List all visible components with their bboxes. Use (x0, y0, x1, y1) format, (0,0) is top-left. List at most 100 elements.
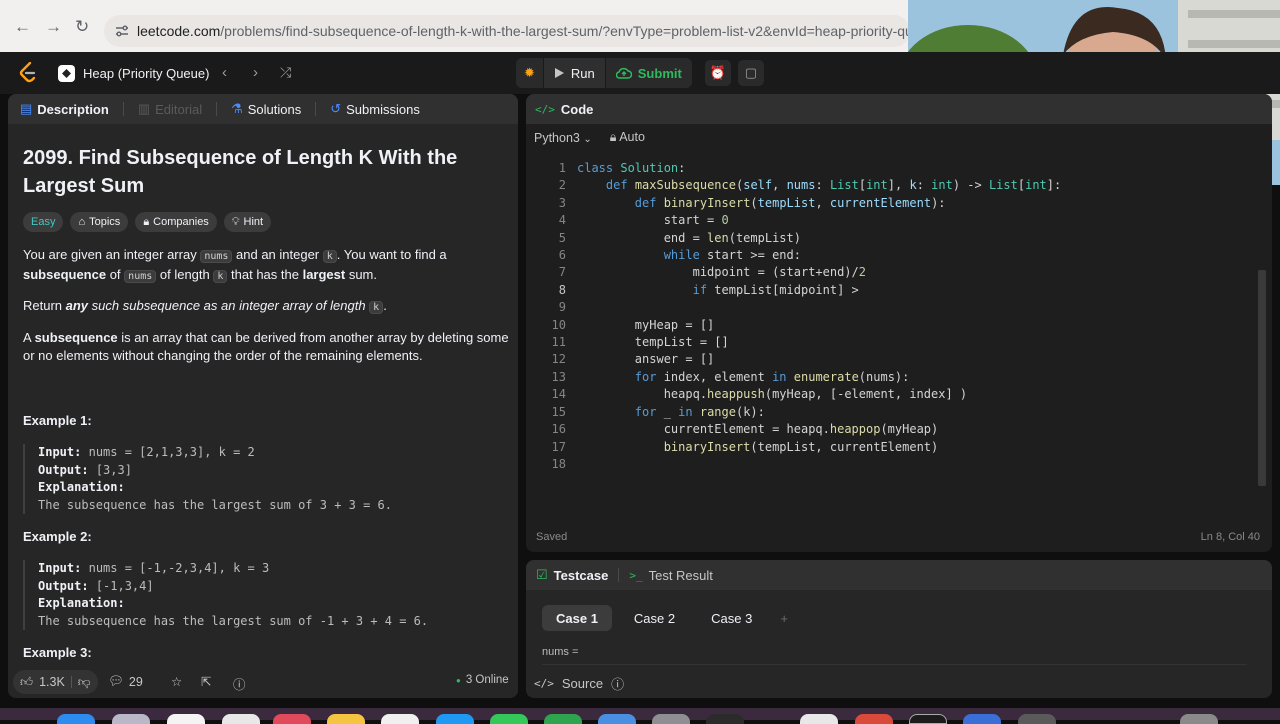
dock-terminal-icon[interactable] (909, 714, 947, 724)
question-icon: ⓘ (233, 678, 246, 692)
shuffle-icon[interactable]: ⤮ (280, 64, 291, 81)
code-panel: </> Code Python3 ⌄ 🔒︎ Auto 1 2 3 4 5 6 7 8 9 10 11… (526, 94, 1272, 552)
case-tab-3[interactable]: Case 3 (697, 605, 766, 631)
code-line: heapq.heappush(myHeap, [-element, index]… (577, 387, 968, 402)
dock-appstore-icon[interactable] (436, 714, 474, 724)
online-dot-icon: ● (456, 675, 461, 685)
reload-icon[interactable]: ↻ (75, 18, 89, 35)
like-count: 1.3K (39, 675, 65, 689)
description-panel: ▤ Description ▥ Editorial ⚗ Solutions ↺ Subm… (8, 94, 518, 698)
lock-icon: 🔒︎ (609, 130, 617, 144)
dock-app-icon[interactable] (855, 714, 893, 724)
dock-app-icon[interactable] (381, 714, 419, 724)
code-line: binaryInsert(tempList, currentElement) (663, 439, 939, 454)
dock-notes-icon[interactable] (327, 714, 365, 724)
example-1-heading: Example 1: (23, 413, 92, 428)
tab-editorial[interactable]: ▥ Editorial (138, 101, 202, 117)
dock-app-icon[interactable] (112, 714, 150, 724)
bug-icon: ✹ (524, 65, 535, 80)
run-button[interactable]: Run (543, 58, 605, 88)
testcase-tabbar: ☑ Testcase >_ Test Result (526, 560, 1272, 590)
line-number: 13 (551, 369, 566, 384)
flask-icon: ⚗ (231, 101, 243, 116)
dock-app-icon[interactable] (800, 714, 838, 724)
editor-settings-bar: Python3 ⌄ 🔒︎ Auto (534, 130, 645, 145)
dock-finder-icon[interactable] (57, 714, 95, 724)
left-tabbar: ▤ Description ▥ Editorial ⚗ Solutions ↺ Subm… (8, 94, 518, 124)
chevron-down-icon: ⌄ (583, 133, 592, 145)
prev-problem-icon[interactable]: ‹ (222, 64, 227, 81)
code-editor[interactable]: class Solution: def maxSubsequence(self,… (577, 160, 1061, 456)
dock-calendar-icon[interactable] (167, 714, 205, 724)
document-icon: ▤ (20, 101, 33, 116)
lock-icon: 🔒︎ (143, 215, 150, 228)
tab-testcase[interactable]: ☑ Testcase (536, 567, 608, 583)
dock-app-icon[interactable] (222, 714, 260, 724)
online-count: ● 3 Online (456, 674, 509, 686)
dock-music-icon[interactable] (273, 714, 311, 724)
description-paragraph-2: Return any such subsequence as an intege… (23, 298, 387, 314)
tab-test-result[interactable]: >_ Test Result (629, 568, 713, 583)
code-line: class Solution: (577, 161, 686, 175)
line-number: 16 (551, 422, 566, 437)
timer-button[interactable]: ⏰ (705, 60, 731, 86)
source-button[interactable]: Source (562, 676, 603, 691)
tab-divider (216, 102, 218, 116)
case-tab-2[interactable]: Case 2 (620, 605, 689, 631)
site-settings-icon[interactable] (114, 23, 130, 39)
forward-icon[interactable]: → (45, 18, 62, 35)
code-line: for index, element in enumerate(nums): (634, 369, 910, 384)
next-problem-icon[interactable]: › (253, 64, 258, 81)
notes-button[interactable]: ▢ (738, 60, 764, 86)
language-select[interactable]: Python3 ⌄ (534, 131, 592, 145)
favorite-button[interactable]: ☆ (171, 674, 182, 689)
debug-button[interactable]: ✹ (516, 58, 543, 88)
comments-button[interactable]: 💬︎ 29 (108, 674, 143, 689)
dock-app-icon[interactable] (706, 714, 744, 724)
share-button[interactable]: ⇱ (201, 674, 211, 689)
help-icon[interactable]: ⓘ (611, 674, 624, 693)
submit-button[interactable]: Submit (605, 58, 692, 88)
topics-button[interactable]: ⌂ Topics (70, 212, 129, 232)
editor-scrollbar[interactable] (1258, 270, 1266, 486)
tab-description[interactable]: ▤ Description (20, 101, 109, 117)
leetcode-logo-icon[interactable] (18, 62, 38, 84)
dock-app-icon[interactable] (1018, 714, 1056, 724)
help-button[interactable]: ⓘ (233, 674, 246, 693)
problem-title[interactable]: 2099. Find Subsequence of Length K With … (23, 144, 503, 200)
thumbs-down-icon[interactable]: 👎︎ (78, 675, 91, 690)
description-paragraph-3: A subsequence is an array that can be de… (23, 330, 509, 363)
dock-app-icon[interactable] (963, 714, 1001, 724)
back-icon[interactable]: ← (14, 18, 31, 35)
hint-button[interactable]: 💡︎ Hint (223, 212, 272, 232)
code-line: myHeap = [] (577, 317, 715, 332)
thumbs-up-icon[interactable]: 👍︎ (20, 675, 33, 690)
code-line: for _ in range(k): (634, 404, 765, 419)
tab-solutions[interactable]: ⚗ Solutions (231, 101, 301, 117)
auto-mode-toggle[interactable]: 🔒︎ Auto (610, 130, 645, 145)
code-tab-label[interactable]: Code (561, 102, 594, 117)
dock-messages-icon[interactable] (490, 714, 528, 724)
difficulty-badge: Easy (23, 212, 64, 232)
case-tab-1[interactable]: Case 1 (542, 605, 612, 631)
share-icon: ⇱ (201, 675, 212, 689)
address-bar[interactable]: leetcode.com/problems/find-subsequence-o… (104, 15, 936, 47)
tab-submissions[interactable]: ↺ Submissions (330, 101, 420, 117)
dock-app-icon[interactable] (598, 714, 636, 724)
example-1-block: Input: nums = [2,1,3,3], k = 2 Output: [… (23, 444, 508, 514)
add-case-button[interactable]: + (774, 605, 794, 631)
tab-divider (315, 102, 317, 116)
line-number: 1 (558, 161, 566, 175)
url-text: leetcode.com/problems/find-subsequence-o… (137, 23, 937, 39)
line-number-gutter: 1 2 3 4 5 6 7 8 9 10 11 12 13 14 15 16 17 18 (526, 160, 566, 473)
code-line: midpoint = (start+end)/2 (577, 265, 866, 280)
dock-app-icon[interactable] (544, 714, 582, 724)
problem-list-button[interactable]: Heap (Priority Queue) (58, 63, 209, 83)
dock-settings-icon[interactable] (652, 714, 690, 724)
nums-input-field[interactable] (542, 664, 1247, 665)
like-dislike-group: 👍︎ 1.3K 👎︎ (13, 670, 98, 694)
companies-button[interactable]: 🔒︎ Companies (135, 212, 217, 232)
description-footer: 👍︎ 1.3K 👎︎ 💬︎ 29 ☆ ⇱ ⓘ ● 3 Online (8, 666, 518, 698)
cloud-upload-icon (615, 67, 632, 79)
dock-trash-icon[interactable] (1180, 714, 1218, 724)
